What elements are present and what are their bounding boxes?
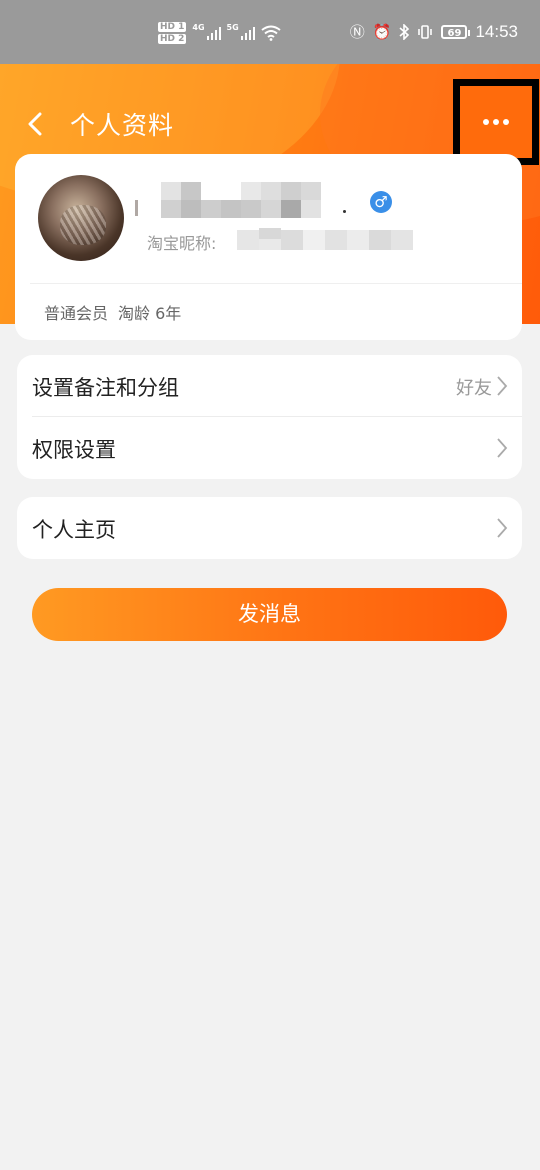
clock: 14:53 [475,22,518,41]
remark-group-value: 好友 [456,378,492,399]
remark-group-label: 设置备注和分组 [32,376,179,400]
vibrate-icon [418,25,433,39]
signal-icon [206,26,221,40]
hd-badges: HD 1 HD 2 [158,22,187,44]
more-dots-icon [483,119,509,125]
page-title: 个人资料 [70,111,175,140]
profile-card: ♂ 淘宝昵称: 普通会员 淘龄 6年 [15,154,522,340]
hd1-badge: HD 1 [158,22,187,32]
nickname-label: 淘宝昵称: [147,234,217,253]
battery-icon: 69 [441,25,471,39]
status-bar: HD 1 HD 2 4G 5G Ⓝ ⏰ 69 14:53 [0,0,540,64]
back-button[interactable] [18,104,58,144]
more-button[interactable] [460,86,532,158]
chevron-right-icon [497,518,508,538]
permission-settings-label: 权限设置 [32,438,116,462]
bluetooth-icon [399,24,410,40]
wifi-icon [261,25,281,41]
card-divider [30,283,522,284]
alarm-icon: ⏰ [372,23,392,41]
network-type-1: 4G [192,22,205,32]
name-dot [343,210,346,213]
chevron-left-icon [28,112,42,136]
name-first-char [135,200,138,216]
male-gender-icon: ♂ [370,191,392,213]
nfc-icon: Ⓝ [349,23,365,41]
member-level: 普通会员 [44,304,109,323]
settings-group: 设置备注和分组 好友 权限设置 [17,355,522,479]
status-right: Ⓝ ⏰ 69 14:53 [350,22,518,42]
avatar[interactable] [38,175,124,261]
chevron-right-icon [497,376,508,396]
personal-homepage-label: 个人主页 [32,518,116,542]
username-blurred [135,180,395,220]
taobao-age: 淘龄 6年 [118,304,182,323]
member-info: 普通会员 淘龄 6年 [44,300,181,324]
network-type-2: 5G [226,22,239,32]
chevron-right-icon [497,438,508,458]
permission-settings-row[interactable]: 权限设置 [17,417,522,479]
personal-homepage-row[interactable]: 个人主页 [17,497,522,559]
hd2-badge: HD 2 [158,34,187,44]
signal-icon [240,26,255,40]
homepage-group: 个人主页 [17,497,522,559]
more-button-highlight [453,79,539,165]
send-message-button[interactable]: 发消息 [32,588,507,641]
remark-group-row[interactable]: 设置备注和分组 好友 [17,355,522,417]
status-left: HD 1 HD 2 4G 5G [158,22,281,44]
